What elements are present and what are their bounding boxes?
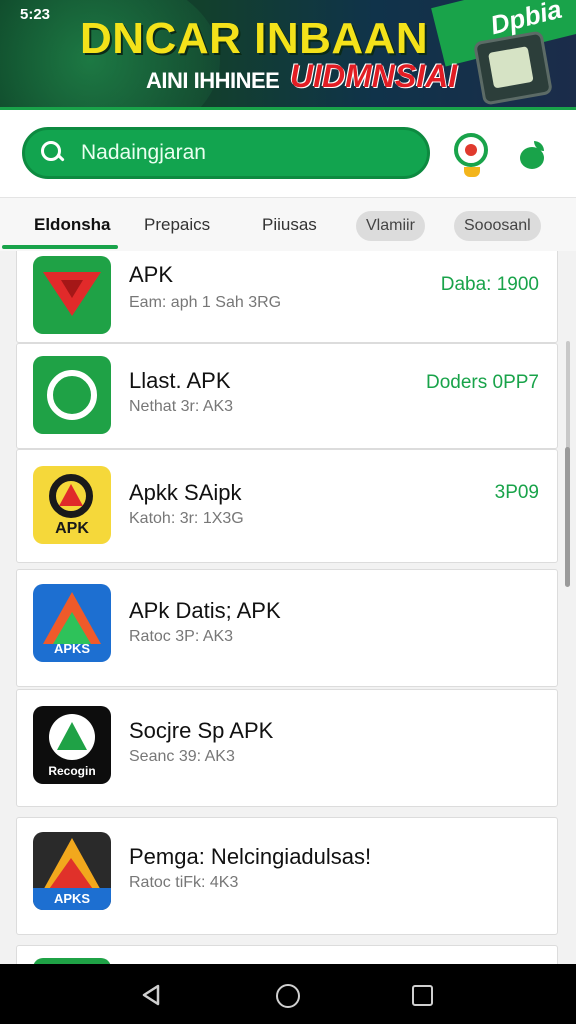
app-title: Apkk SAipk [129, 480, 242, 505]
tab-sooosanl[interactable]: Sooosanl [454, 211, 541, 241]
list-item[interactable]: APKS Pemga: Nelcingiadulsas! Ratoc tiFk:… [16, 817, 558, 935]
search-bar[interactable] [22, 127, 430, 179]
phone-illustration-icon [472, 30, 554, 106]
app-meta: Ratoc 3P: AK3 [129, 628, 234, 645]
app-title: Pemga: Nelcingiadulsas! [129, 844, 372, 869]
recents-icon[interactable] [412, 985, 433, 1006]
icon-shape [59, 484, 83, 506]
list-item[interactable]: APK Eam: aph 1 Sah 3RG Daba: 1900 [16, 251, 558, 343]
tab-eldonsha[interactable]: Eldonsha [34, 211, 111, 243]
leaf-icon[interactable] [518, 141, 548, 169]
app-title: Socjre Sp APK [129, 718, 274, 743]
icon-label: APK [55, 520, 89, 537]
tab-piiusas[interactable]: Piiusas [262, 211, 317, 243]
app-meta: Nethat 3r: AK3 [129, 398, 234, 415]
search-row [0, 113, 576, 197]
active-tab-indicator [2, 245, 118, 249]
back-icon[interactable] [140, 984, 162, 1006]
green-a-app-icon [33, 356, 111, 434]
app-price: 3P09 [494, 482, 539, 503]
banner-highlight: UIDMNSIAI [290, 58, 458, 94]
tab-vlamiir[interactable]: Vlamiir [356, 211, 425, 241]
rewards-ring [454, 133, 488, 167]
blue-apk-app-icon: APKS [33, 584, 111, 662]
app-meta: Eam: aph 1 Sah 3RG [129, 294, 282, 311]
icon-label: APKS [53, 641, 91, 656]
list-item[interactable]: Recogin Socjre Sp APK Seanc 39: AK3 [16, 689, 558, 807]
rewards-base [464, 167, 480, 177]
icon-label: Recogin [48, 764, 96, 778]
icon-shape [47, 858, 95, 892]
list-item[interactable]: Llast. APK Nethat 3r: AK3 Doders 0PP7 [16, 343, 558, 449]
icon-shape [61, 280, 83, 298]
search-input[interactable] [81, 141, 401, 165]
system-nav-bar [0, 964, 576, 1024]
black-recogin-app-icon: Recogin [33, 706, 111, 784]
tab-prepaics[interactable]: Prepaics [144, 211, 210, 243]
promo-banner[interactable]: Dpbia 5:23 DNCAR INBAAN AINI IHHINEE UID… [0, 0, 576, 110]
app-price: Doders 0PP7 [425, 372, 539, 393]
app-title: Llast. APK [129, 368, 231, 393]
yellow-apk-app-icon: APK [33, 466, 111, 544]
app-meta: Katoh: 3r: 1X3G [129, 510, 244, 527]
rewards-icon[interactable] [452, 133, 492, 177]
icon-shape [57, 722, 87, 750]
home-icon[interactable] [276, 984, 300, 1008]
banner-subtitle: AINI IHHINEE [146, 68, 280, 93]
red-triangle-app-icon [33, 256, 111, 334]
search-icon [39, 139, 67, 167]
list-item[interactable]: APK Apkk SAipk Katoh: 3r: 1X3G 3P09 [16, 449, 558, 563]
banner-title: DNCAR INBAAN [80, 14, 429, 63]
category-tabs: Eldonsha Prepaics Piiusas Vlamiir Sooosa… [0, 197, 576, 251]
app-meta: Ratoc tiFk: 4K3 [129, 874, 239, 891]
icon-shape [47, 370, 97, 420]
app-price: Daba: 1900 [440, 274, 539, 295]
app-meta: Seanc 39: AK3 [129, 748, 235, 765]
app-list: APK Eam: aph 1 Sah 3RG Daba: 1900 Llast.… [0, 251, 576, 964]
app-title: APk Datis; APK [129, 598, 281, 623]
icon-shape [53, 612, 91, 644]
app-title: APK [129, 262, 174, 287]
icon-label: APKS [53, 891, 91, 906]
list-item[interactable]: APKS APk Datis; APK Ratoc 3P: AK3 [16, 569, 558, 687]
list-item[interactable] [16, 945, 558, 964]
status-time: 5:23 [20, 6, 51, 23]
scrollbar-thumb[interactable] [565, 447, 570, 587]
scrollbar-track[interactable] [566, 341, 570, 461]
multicolor-apk-app-icon: APKS [33, 832, 111, 910]
